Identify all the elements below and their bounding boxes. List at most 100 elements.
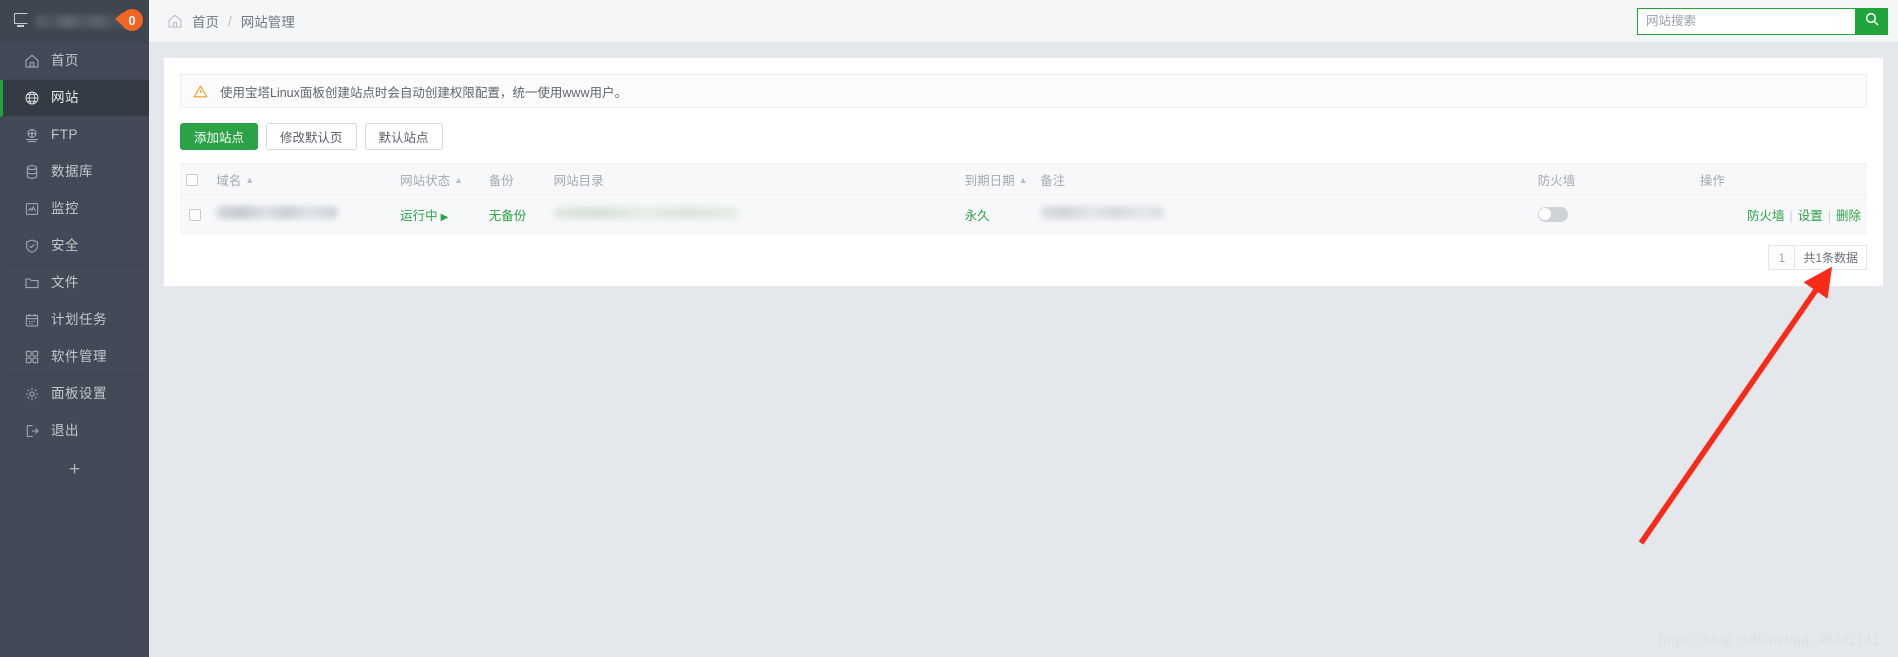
- site-status-label: 运行中: [400, 208, 438, 223]
- sidebar-item-label: 数据库: [51, 164, 93, 180]
- action-separator: |: [1827, 208, 1831, 223]
- expire-value: 永久: [964, 208, 990, 223]
- header-domain-label: 域名: [216, 173, 242, 188]
- row-firewall-cell: [1531, 194, 1694, 234]
- gear-icon: [23, 386, 40, 403]
- sidebar-item-label: 软件管理: [51, 349, 107, 365]
- header-expire[interactable]: 到期日期 ▲: [958, 163, 1035, 195]
- firewall-toggle[interactable]: [1537, 206, 1568, 222]
- topbar: 首页 / 网站管理: [149, 0, 1898, 43]
- backup-status: 无备份: [488, 208, 527, 223]
- row-backup-cell[interactable]: 无备份: [482, 194, 548, 234]
- settings-link[interactable]: 设置: [1798, 209, 1823, 223]
- row-operation-cell: 防火墙 | 设置 | 删除: [1693, 194, 1867, 234]
- sites-table-head: 域名 ▲ 网站状态 ▲ 备份 网站目录 到期日期 ▲ 备注 防火墙 操作: [180, 163, 1867, 195]
- sidebar-item-home[interactable]: 首页: [0, 43, 149, 80]
- row-checkbox[interactable]: [189, 208, 202, 221]
- search-input[interactable]: [1637, 7, 1855, 35]
- header-operation-label: 操作: [1699, 173, 1725, 188]
- breadcrumb-home-link[interactable]: 首页: [192, 11, 219, 31]
- sidebar-item-security[interactable]: 安全: [0, 228, 149, 265]
- ftp-server-icon: [23, 127, 40, 144]
- sidebar-item-logout[interactable]: 退出: [0, 413, 149, 450]
- note-redacted: [1040, 206, 1165, 219]
- sidebar-filler: [0, 490, 149, 657]
- sidebar-item-label: 安全: [51, 238, 79, 254]
- row-expire-cell[interactable]: 永久: [958, 194, 1035, 234]
- edit-default-page-button[interactable]: 修改默认页: [266, 123, 357, 150]
- add-site-button[interactable]: 添加站点: [180, 123, 259, 150]
- site-panel: 使用宝塔Linux面板创建站点时会自动创建权限配置，统一使用www用户。 添加站…: [163, 57, 1884, 287]
- home-icon: [167, 13, 183, 29]
- header-note-label: 备注: [1040, 173, 1066, 188]
- row-actions: 防火墙 | 设置 | 删除: [1747, 209, 1861, 223]
- sidebar-item-ftp[interactable]: FTP: [0, 117, 149, 154]
- sidebar-nav: 首页 网站 FTP 数据库 监控 安全 文件 计划任务 软件管理 面板设置 退出: [0, 43, 149, 450]
- database-icon: [23, 164, 40, 181]
- pagination: 1 共1条数据: [180, 245, 1867, 270]
- sites-table: 域名 ▲ 网站状态 ▲ 备份 网站目录 到期日期 ▲ 备注 防火墙 操作 运行中…: [180, 163, 1867, 234]
- folder-icon: [23, 275, 40, 292]
- sidebar-item-label: 面板设置: [51, 386, 107, 402]
- calendar-icon: [23, 312, 40, 329]
- play-icon: ▶: [440, 211, 449, 223]
- sort-asc-icon[interactable]: ▲: [1019, 175, 1028, 185]
- app-root: 0 首页 网站 FTP 数据库 监控 安全 文件 计划任务 软件管理 面板设置 …: [0, 0, 1898, 657]
- notification-badge[interactable]: 0: [115, 9, 143, 31]
- sidebar-item-website[interactable]: 网站: [0, 80, 149, 117]
- page-number-1[interactable]: 1: [1768, 245, 1796, 270]
- search-button[interactable]: [1855, 7, 1888, 35]
- table-header-row: 域名 ▲ 网站状态 ▲ 备份 网站目录 到期日期 ▲ 备注 防火墙 操作: [180, 163, 1867, 195]
- monitor-chart-icon: [23, 201, 40, 218]
- sidebar-item-label: 计划任务: [51, 312, 107, 328]
- site-status: 运行中 ▶: [400, 209, 448, 223]
- sidebar-item-files[interactable]: 文件: [0, 265, 149, 302]
- alert-message: 使用宝塔Linux面板创建站点时会自动创建权限配置，统一使用www用户。: [220, 85, 627, 100]
- logout-icon: [23, 423, 40, 440]
- sidebar-item-label: 文件: [51, 275, 79, 291]
- sidebar-item-label: FTP: [51, 127, 78, 143]
- header-expire-label: 到期日期: [964, 173, 1015, 188]
- action-separator: |: [1789, 208, 1793, 223]
- watermark-text: https://blog.csdn.net/qq_39342142: [1658, 632, 1880, 648]
- firewall-link[interactable]: 防火墙: [1747, 209, 1785, 223]
- row-status-cell[interactable]: 运行中 ▶: [394, 194, 483, 234]
- header-status[interactable]: 网站状态 ▲: [394, 163, 483, 195]
- default-site-button[interactable]: 默认站点: [364, 123, 443, 150]
- header-domain[interactable]: 域名 ▲: [210, 163, 395, 195]
- sidebar-item-monitor[interactable]: 监控: [0, 191, 149, 228]
- header-directory: 网站目录: [547, 163, 959, 195]
- breadcrumb-separator: /: [228, 13, 232, 29]
- header-backup-label: 备份: [488, 173, 514, 188]
- sidebar-item-label: 退出: [51, 423, 79, 439]
- delete-link[interactable]: 删除: [1836, 209, 1861, 223]
- sidebar-item-database[interactable]: 数据库: [0, 154, 149, 191]
- header-backup: 备份: [482, 163, 548, 195]
- info-alert: 使用宝塔Linux面板创建站点时会自动创建权限配置，统一使用www用户。: [180, 74, 1867, 108]
- sidebar-item-software[interactable]: 软件管理: [0, 339, 149, 376]
- sidebar-item-cron[interactable]: 计划任务: [0, 302, 149, 339]
- grid-apps-icon: [23, 349, 40, 366]
- main-area: 首页 / 网站管理 网站搜索 使用宝塔Linux面板创建站点时会自动创建权限配置…: [149, 0, 1898, 657]
- site-toolbar: 添加站点 修改默认页 默认站点: [180, 123, 1867, 150]
- home-icon: [23, 53, 40, 70]
- header-firewall: 防火墙: [1531, 163, 1694, 195]
- site-search: [1637, 7, 1888, 35]
- domain-redacted: [216, 206, 339, 219]
- search-icon: [1864, 11, 1880, 32]
- sort-asc-icon[interactable]: ▲: [454, 175, 463, 185]
- sidebar-add-button[interactable]: +: [0, 450, 149, 490]
- sidebar-item-label: 监控: [51, 201, 79, 217]
- sort-asc-icon[interactable]: ▲: [245, 175, 254, 185]
- total-count-label: 共1条数据: [1795, 245, 1867, 270]
- content-area: 使用宝塔Linux面板创建站点时会自动创建权限配置，统一使用www用户。 添加站…: [149, 43, 1898, 657]
- row-note-cell[interactable]: [1034, 194, 1532, 234]
- warning-triangle-icon: [193, 84, 208, 99]
- sidebar-item-label: 网站: [51, 90, 79, 106]
- monitor-icon: [14, 13, 32, 29]
- breadcrumb: 首页 / 网站管理: [167, 11, 295, 31]
- select-all-checkbox[interactable]: [186, 173, 198, 186]
- sidebar-item-panel-settings[interactable]: 面板设置: [0, 376, 149, 413]
- row-domain-cell[interactable]: [210, 194, 395, 234]
- row-directory-cell[interactable]: [547, 194, 959, 234]
